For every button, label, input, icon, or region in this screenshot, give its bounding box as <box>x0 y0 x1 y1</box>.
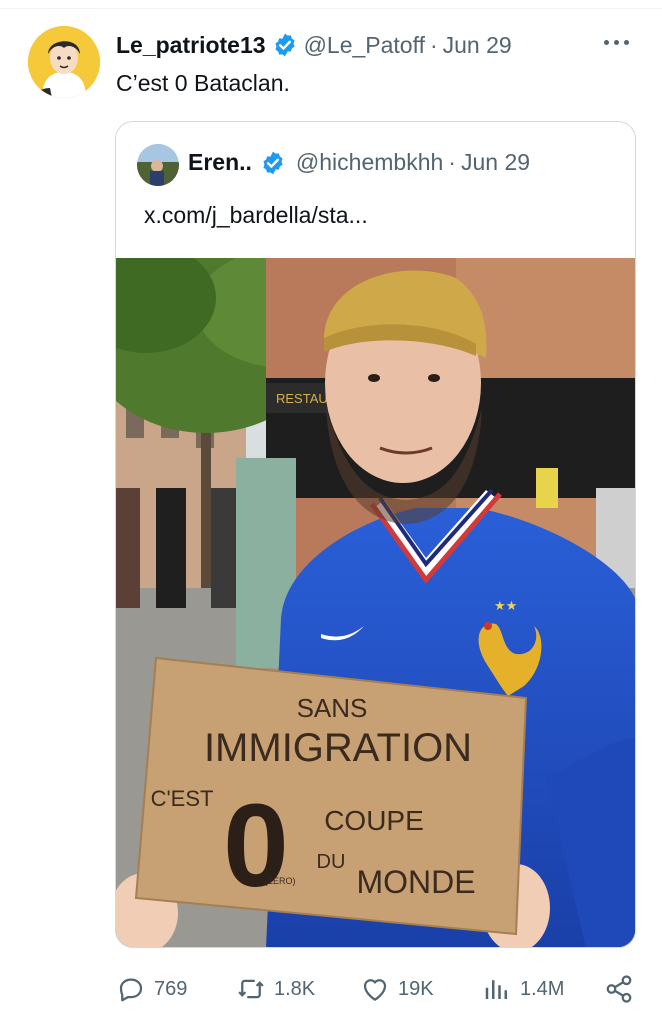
quoted-author-avatar[interactable] <box>137 144 179 186</box>
share-button[interactable] <box>604 966 634 1012</box>
views-button[interactable]: 1.4M <box>482 966 564 1012</box>
quoted-date[interactable]: Jun 29 <box>461 149 530 176</box>
tweet-date[interactable]: Jun 29 <box>443 32 512 59</box>
views-count: 1.4M <box>520 977 565 1000</box>
quoted-tweet[interactable]: Eren.. @hichembkhh · Jun 29 x.com/j_bard… <box>115 121 636 948</box>
separator-dot: · <box>429 31 438 58</box>
tweet-header: Le_patriote13 @Le_Patoff · Jun 29 <box>116 28 632 62</box>
share-icon <box>606 975 632 1003</box>
sign-text-6: MONDE <box>356 864 475 900</box>
retweet-count: 1.8K <box>274 977 316 1000</box>
quoted-header: Eren.. @hichembkhh · Jun 29 <box>188 149 530 176</box>
cartoon-avatar-icon <box>28 26 100 98</box>
quoted-author-name[interactable]: Eren.. <box>188 149 252 176</box>
reply-count: 769 <box>154 977 188 1000</box>
sign-text-3: C'EST <box>151 786 214 811</box>
quoted-photo[interactable]: RESTAURANT ★★ SANS IMMIGRATION C'EST 0 (… <box>116 258 635 947</box>
views-icon <box>485 980 507 999</box>
more-icon[interactable] <box>602 30 632 54</box>
tweet-text: C’est 0 Bataclan. <box>116 70 290 96</box>
retweet-icon <box>238 979 264 999</box>
sign-text-5: DU <box>317 851 346 873</box>
heart-icon <box>363 979 387 1001</box>
separator-dot: · <box>448 149 456 175</box>
verified-badge-icon <box>260 150 286 176</box>
sign-text-4: COUPE <box>324 805 424 836</box>
reply-button[interactable]: 769 <box>116 966 187 1012</box>
author-handle[interactable]: @Le_Patoff <box>304 32 425 59</box>
sign-text-small: (ZERO) <box>265 876 296 886</box>
action-bar: 769 1.8K 19K 1.4M <box>0 966 662 1012</box>
reply-icon <box>119 978 143 1002</box>
author-avatar[interactable] <box>28 26 100 98</box>
top-divider <box>0 0 662 9</box>
verified-badge-icon <box>272 32 298 58</box>
sign-text-zero: 0 <box>223 780 289 912</box>
svg-text:★★: ★★ <box>494 598 517 613</box>
sign-text-1: SANS <box>297 693 368 723</box>
landscape-avatar-icon <box>137 144 179 186</box>
sign-text-2: IMMIGRATION <box>204 726 472 770</box>
like-count: 19K <box>398 977 434 1000</box>
author-name[interactable]: Le_patriote13 <box>116 32 266 59</box>
retweet-button[interactable]: 1.8K <box>236 966 315 1012</box>
like-button[interactable]: 19K <box>360 966 434 1012</box>
quoted-link-text[interactable]: x.com/j_bardella/sta... <box>144 202 368 229</box>
quoted-author-handle[interactable]: @hichembkhh <box>296 149 443 176</box>
photo-illustration: RESTAURANT ★★ SANS IMMIGRATION C'EST 0 (… <box>116 258 635 947</box>
